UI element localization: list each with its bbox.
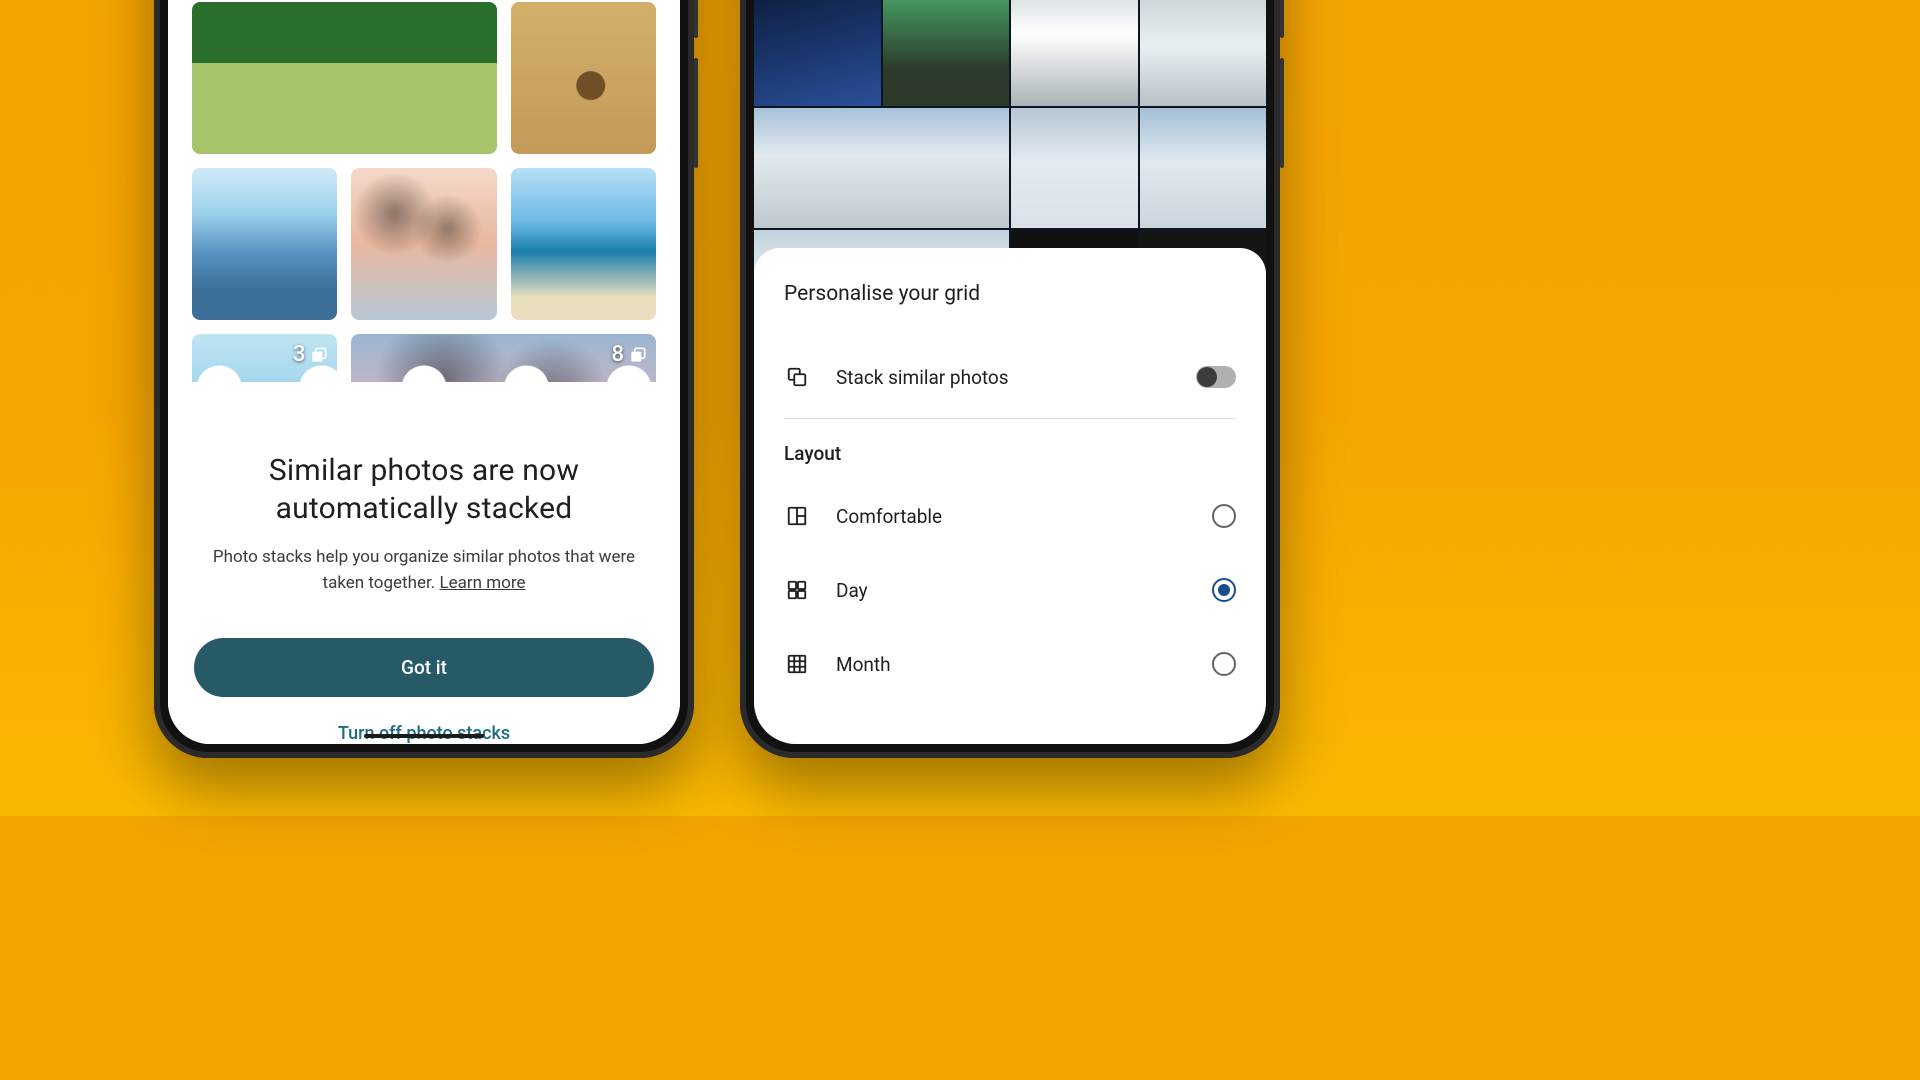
learn-more-link[interactable]: Learn more (439, 573, 525, 593)
info-sheet: Similar photos are now automatically sta… (168, 382, 680, 744)
radio-button[interactable] (1212, 652, 1236, 676)
sheet-title: Similar photos are now automatically sta… (194, 452, 654, 527)
layout-option-comfortable[interactable]: Comfortable (784, 479, 1236, 553)
photo-thumbnail[interactable] (511, 2, 656, 154)
photo-thumbnail[interactable] (192, 168, 337, 320)
photo-thumbnail[interactable] (1011, 0, 1138, 106)
photo-thumbnail[interactable] (754, 0, 881, 106)
photo-thumbnail[interactable] (511, 168, 656, 320)
layout-option-month[interactable]: Month (784, 627, 1236, 701)
photo-thumbnail[interactable] (1140, 108, 1267, 228)
radio-button[interactable] (1212, 578, 1236, 602)
layout-section-label: Layout (784, 427, 1236, 479)
divider (784, 418, 1236, 419)
stack-similar-photos-row[interactable]: Stack similar photos (784, 340, 1236, 414)
option-label: Comfortable (836, 505, 1186, 528)
photo-thumbnail[interactable] (1011, 108, 1138, 228)
stack-icon (784, 366, 810, 388)
stack-toggle-label: Stack similar photos (836, 366, 1170, 389)
phone-mockup-left: 3 8 (154, 0, 694, 758)
photo-thumbnail[interactable] (192, 2, 497, 154)
photo-thumbnail[interactable] (1140, 0, 1267, 106)
stack-toggle-switch[interactable] (1196, 366, 1236, 388)
phone-mockup-right: Personalise your grid Stack similar phot… (740, 0, 1280, 758)
screen-right: Personalise your grid Stack similar phot… (754, 0, 1266, 744)
photo-thumbnail[interactable] (351, 168, 496, 320)
layout-month-icon (784, 653, 810, 675)
promo-stage: 3 8 (0, 0, 1456, 816)
layout-comfortable-icon (784, 505, 810, 527)
layout-day-icon (784, 579, 810, 601)
home-indicator[interactable] (364, 734, 484, 738)
sheet-title: Personalise your grid (784, 282, 1236, 306)
photo-thumbnail[interactable] (883, 0, 1010, 106)
got-it-button[interactable]: Got it (194, 638, 654, 697)
personalise-grid-sheet: Personalise your grid Stack similar phot… (754, 248, 1266, 744)
screen-left: 3 8 (168, 0, 680, 744)
radio-button[interactable] (1212, 504, 1236, 528)
option-label: Month (836, 653, 1186, 676)
photo-thumbnail[interactable] (754, 108, 1009, 228)
option-label: Day (836, 579, 1186, 602)
sheet-subtitle: Photo stacks help you organize similar p… (194, 545, 654, 596)
layout-option-day[interactable]: Day (784, 553, 1236, 627)
